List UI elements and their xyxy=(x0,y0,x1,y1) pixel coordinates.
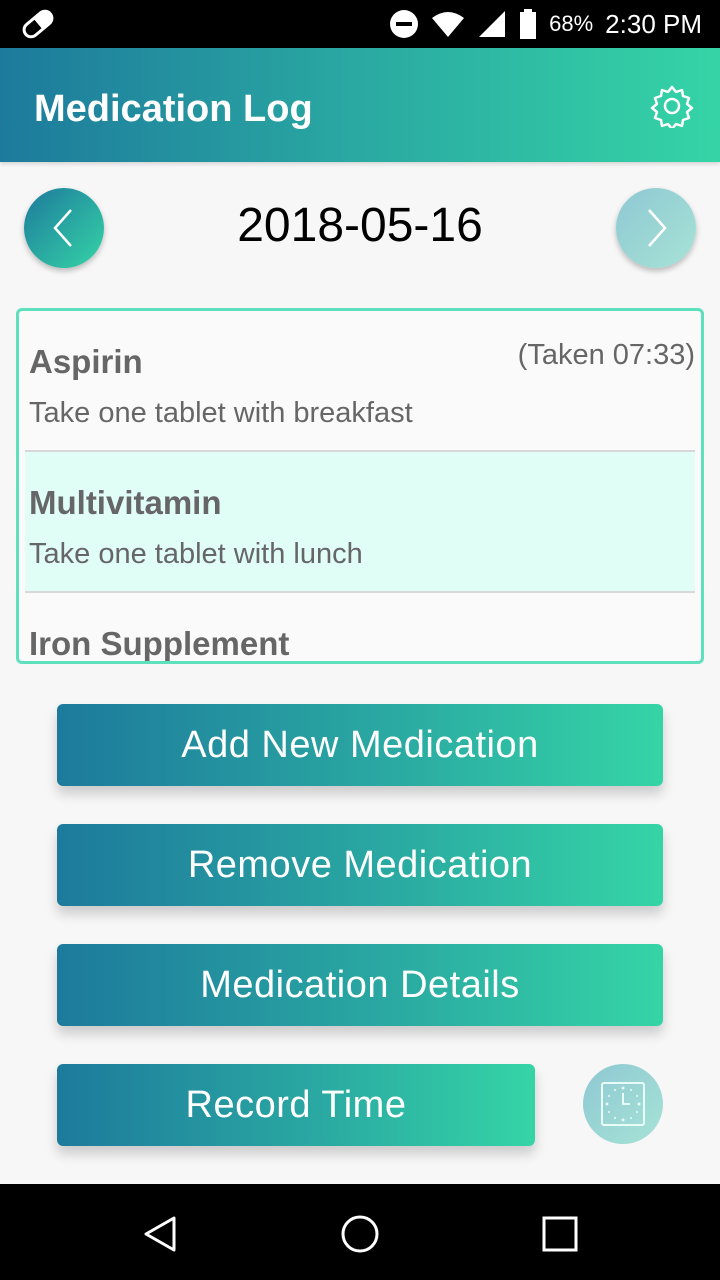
medication-name: Iron Supplement xyxy=(29,625,290,662)
add-medication-button[interactable]: Add New Medication xyxy=(57,704,663,786)
medication-taken-status: (Taken 07:33) xyxy=(517,339,695,371)
gear-icon[interactable] xyxy=(650,84,694,128)
wifi-icon xyxy=(432,12,465,37)
page-title: Medication Log xyxy=(34,88,313,130)
clock-icon xyxy=(601,1082,645,1126)
status-time: 2:30 PM xyxy=(605,8,702,39)
home-icon[interactable] xyxy=(340,1214,380,1254)
medication-item-aspirin[interactable]: Aspirin (Taken 07:33) Take one tablet wi… xyxy=(25,311,695,452)
do-not-disturb-icon xyxy=(390,10,419,38)
back-icon[interactable] xyxy=(140,1214,180,1254)
battery-percent: 68% xyxy=(549,11,594,36)
medication-details-button[interactable]: Medication Details xyxy=(57,944,663,1026)
medication-item-iron-supplement[interactable]: Iron Supplement xyxy=(25,593,695,662)
next-day-button[interactable] xyxy=(616,188,696,268)
status-bar: 68% 2:30 PM xyxy=(0,0,720,48)
status-icons: 68% 2:30 PM xyxy=(389,0,702,48)
clock-button[interactable] xyxy=(583,1064,663,1144)
app-bar: Medication Log xyxy=(0,48,720,162)
medication-item-multivitamin[interactable]: Multivitamin Take one tablet with lunch xyxy=(25,452,695,593)
battery-icon xyxy=(520,9,537,39)
current-date: 2018-05-16 xyxy=(237,199,483,252)
cell-signal-icon xyxy=(479,11,506,37)
medication-instructions: Take one tablet with breakfast xyxy=(29,397,413,429)
medication-name: Multivitamin xyxy=(29,484,222,521)
medication-instructions: Take one tablet with lunch xyxy=(29,538,363,570)
date-navigator: 2018-05-16 xyxy=(0,186,720,270)
remove-medication-button[interactable]: Remove Medication xyxy=(57,824,663,906)
medication-list: Aspirin (Taken 07:33) Take one tablet wi… xyxy=(16,308,704,664)
pill-icon xyxy=(22,9,54,39)
chevron-right-icon xyxy=(648,209,667,247)
recents-icon[interactable] xyxy=(540,1214,580,1254)
record-time-button[interactable]: Record Time xyxy=(57,1064,535,1146)
system-nav-bar xyxy=(0,1184,720,1280)
